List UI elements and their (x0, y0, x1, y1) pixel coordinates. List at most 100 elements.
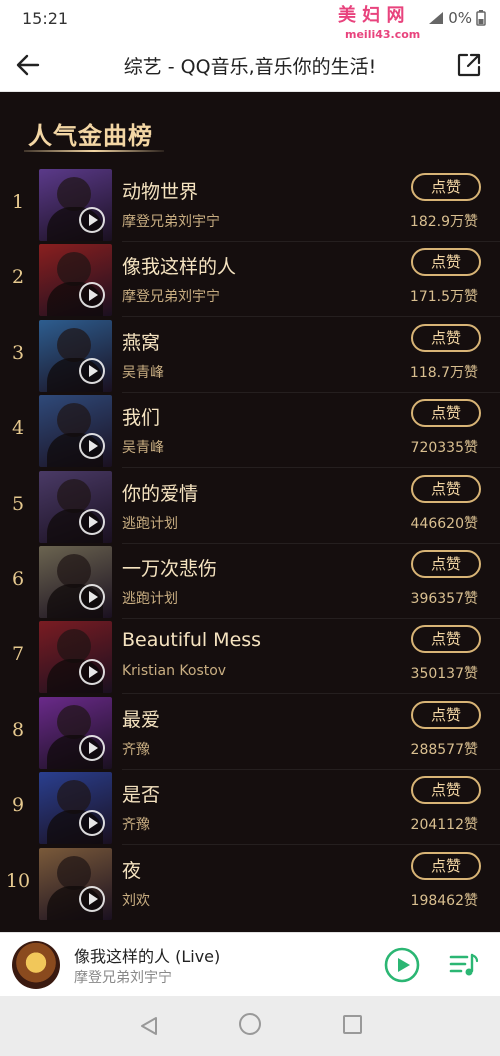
rank-number: 9 (11, 794, 25, 817)
song-artist[interactable]: 齐豫 (122, 739, 150, 759)
thumbnail-figure (57, 252, 91, 287)
song-row[interactable]: 3 燕窝吴青峰 点赞 118.7万赞 (0, 318, 500, 393)
rank-number: 8 (11, 718, 25, 741)
song-title[interactable]: 燕窝 (122, 328, 160, 355)
like-button[interactable]: 点赞 (411, 323, 481, 352)
section-title: 人气金曲榜 (28, 122, 153, 150)
song-artist[interactable]: Kristian Kostov (122, 663, 226, 679)
song-row[interactable]: 5 你的爱情逃跑计划 点赞 446620赞 (0, 469, 500, 544)
like-button[interactable]: 点赞 (411, 625, 481, 654)
song-title[interactable]: 是否 (122, 780, 160, 807)
song-thumbnail[interactable] (39, 470, 112, 543)
song-title[interactable]: 我们 (122, 403, 160, 430)
song-row[interactable]: 9 是否齐豫 点赞 204112赞 (0, 770, 500, 846)
rank-number: 4 (11, 417, 25, 440)
song-artist[interactable]: 摩登兄弟刘宇宁 (122, 211, 220, 231)
song-thumbnail[interactable] (39, 772, 112, 845)
rank-number: 2 (11, 266, 25, 289)
nav-recents-icon[interactable] (343, 1015, 362, 1034)
like-count: 350137赞 (410, 666, 478, 683)
song-row[interactable]: 4 我们吴青峰 点赞 720335赞 (0, 393, 500, 469)
like-button[interactable]: 点赞 (411, 173, 481, 201)
system-nav-bar (0, 996, 500, 1056)
now-playing-artist: 摩登兄弟刘宇宁 (74, 970, 172, 986)
song-thumbnail[interactable] (39, 244, 112, 317)
playlist-icon[interactable] (448, 949, 480, 981)
like-count: 204112赞 (410, 817, 478, 834)
song-row[interactable]: 7 Beautiful Mess Kristian Kostov 点赞 350137赞 (0, 619, 500, 695)
song-title[interactable]: 动物世界 (122, 177, 198, 204)
video-play-icon[interactable] (79, 734, 105, 761)
song-thumbnail[interactable] (39, 696, 112, 769)
like-count: 446620赞 (410, 515, 478, 532)
like-button[interactable]: 点赞 (411, 248, 481, 277)
rank-number: 3 (11, 341, 25, 364)
video-play-icon[interactable] (79, 810, 105, 837)
video-play-icon[interactable] (79, 357, 105, 384)
like-count: 118.7万赞 (409, 364, 478, 381)
song-title[interactable]: 像我这样的人 (122, 252, 236, 279)
song-artist[interactable]: 逃跑计划 (122, 588, 178, 608)
song-row[interactable]: 6 一万次悲伤 逃跑计划 点赞 396357赞 (0, 544, 500, 619)
video-play-icon[interactable] (79, 433, 105, 460)
like-button[interactable]: 点赞 (411, 776, 481, 805)
song-artist[interactable]: 逃跑计划 (122, 513, 178, 533)
title-underline (24, 150, 164, 152)
thumbnail-figure (57, 327, 91, 362)
video-play-icon[interactable] (79, 207, 105, 233)
video-play-icon[interactable] (79, 584, 105, 610)
song-thumbnail[interactable] (39, 621, 112, 694)
album-art[interactable] (12, 941, 60, 989)
song-artist[interactable]: 吴青峰 (122, 362, 164, 382)
rank-number: 1 (11, 191, 25, 213)
like-count: 182.9万赞 (409, 214, 478, 230)
song-thumbnail[interactable] (39, 847, 112, 920)
song-row[interactable]: 10 夜刘欢 点赞 198462赞 (0, 846, 500, 921)
rank-number: 5 (11, 492, 25, 515)
like-button[interactable]: 点赞 (411, 474, 481, 503)
thumbnail-figure (57, 403, 91, 438)
thumbnail-figure (57, 704, 91, 739)
like-count: 171.5万赞 (409, 289, 478, 306)
song-artist[interactable]: 摩登兄弟刘宇宁 (122, 286, 220, 306)
song-thumbnail[interactable] (39, 395, 112, 468)
song-row[interactable]: 1 动物世界摩登兄弟刘宇宁 点赞 182.9万赞 (0, 167, 500, 242)
rank-number: 10 (5, 869, 31, 892)
like-button[interactable]: 点赞 (411, 700, 481, 729)
back-arrow-icon[interactable] (14, 51, 42, 79)
song-artist[interactable]: 吴青峰 (122, 437, 164, 457)
thumbnail-figure (57, 855, 91, 890)
play-button[interactable] (384, 947, 420, 983)
song-title[interactable]: Beautiful Mess (122, 629, 261, 651)
share-icon[interactable] (456, 52, 482, 78)
status-time: 15:21 (22, 9, 69, 28)
like-count: 720335赞 (410, 440, 478, 457)
title-bar: 综艺 - QQ音乐,音乐你的生活! (0, 38, 500, 92)
song-title[interactable]: 一万次悲伤 (122, 554, 217, 581)
like-button[interactable]: 点赞 (411, 399, 481, 428)
battery-icon (476, 10, 486, 26)
thumbnail-figure (57, 629, 91, 664)
song-thumbnail[interactable] (39, 319, 112, 392)
now-playing-title[interactable]: 像我这样的人 (Live) (74, 943, 220, 967)
song-title[interactable]: 你的爱情 (122, 479, 198, 506)
video-play-icon[interactable] (79, 508, 105, 535)
song-row[interactable]: 8 最爱齐豫 点赞 288577赞 (0, 695, 500, 770)
mini-player[interactable]: 像我这样的人 (Live) 摩登兄弟刘宇宁 (0, 932, 500, 996)
song-artist[interactable]: 齐豫 (122, 814, 150, 834)
song-title[interactable]: 最爱 (122, 705, 160, 732)
nav-home-icon[interactable] (239, 1013, 261, 1035)
thumbnail-figure (57, 780, 91, 815)
chart-content[interactable]: 人气金曲榜 1 动物世界 摩登兄弟刘宇宁 点赞 182.9万赞 2 像我这样的人 摩登兄弟刘宇… (0, 92, 500, 932)
song-thumbnail[interactable] (39, 546, 112, 618)
song-title[interactable]: 夜 (122, 856, 141, 883)
like-button[interactable]: 点赞 (411, 550, 481, 578)
like-count: 396357赞 (410, 591, 478, 607)
like-button[interactable]: 点赞 (411, 851, 481, 880)
like-count: 288577赞 (410, 741, 478, 758)
song-thumbnail[interactable] (39, 169, 112, 241)
song-row[interactable]: 2 像我这样的人摩登兄弟刘宇宁 点赞 171.5万赞 (0, 242, 500, 318)
video-play-icon[interactable] (79, 885, 105, 912)
song-artist[interactable]: 刘欢 (122, 890, 150, 910)
nav-back-icon[interactable] (138, 1015, 160, 1037)
